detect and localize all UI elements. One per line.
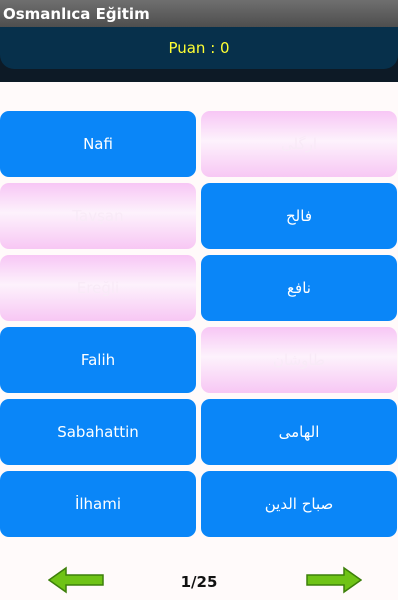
score-bar: Puan : 0: [0, 27, 398, 82]
bottom-nav: 1/25: [0, 555, 398, 600]
word-tile[interactable]: Nafi: [0, 111, 196, 177]
score-panel: Puan : 0: [0, 27, 398, 69]
word-tile[interactable]: صباح الدين: [201, 471, 397, 537]
word-tile[interactable]: İlhami: [0, 471, 196, 537]
word-tile[interactable]: Tavşan: [0, 183, 196, 249]
word-tile[interactable]: Falih: [0, 327, 196, 393]
word-tile[interactable]: الهامى: [201, 399, 397, 465]
left-arrow-icon[interactable]: [48, 566, 104, 594]
word-tile[interactable]: ارگلى: [201, 111, 397, 177]
app-title-bar: Osmanlıca Eğitim: [0, 0, 398, 27]
word-tile[interactable]: فالح: [201, 183, 397, 249]
word-tile[interactable]: نافع: [201, 255, 397, 321]
right-arrow-icon[interactable]: [306, 566, 362, 594]
app-title: Osmanlıca Eğitim: [3, 4, 150, 23]
word-tile[interactable]: Sabahattin: [0, 399, 196, 465]
word-tile[interactable]: طاوشان: [201, 327, 397, 393]
word-tile[interactable]: Ereğli: [0, 255, 196, 321]
score-text: Puan : 0: [168, 39, 230, 57]
